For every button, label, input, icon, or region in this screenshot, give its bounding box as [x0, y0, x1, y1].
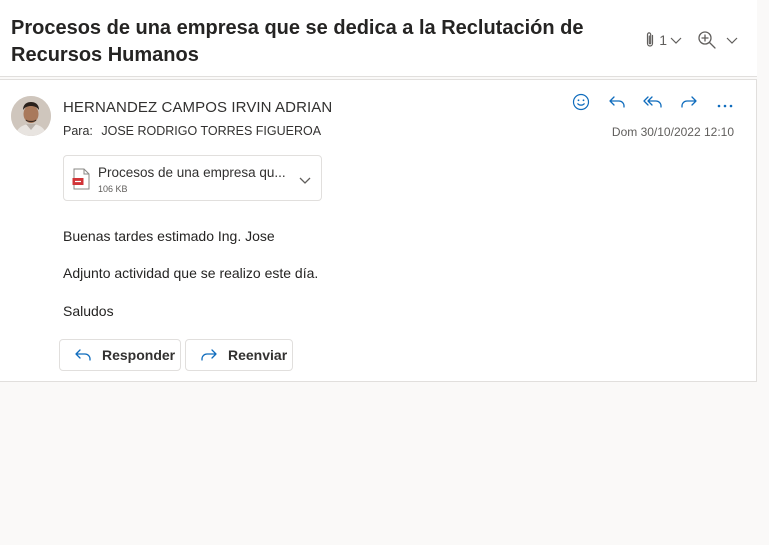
- reply-all-icon: [643, 94, 663, 115]
- forward-icon: [200, 347, 218, 363]
- message-actions: [570, 93, 736, 116]
- message-card: HERNANDEZ CAMPOS IRVIN ADRIAN Para: JOSE…: [0, 79, 757, 382]
- message-subject: Procesos de una empresa que se dedica a …: [11, 17, 584, 66]
- reply-icon: [608, 94, 626, 115]
- header-tools: 1: [643, 30, 739, 50]
- to-label: Para:: [63, 124, 93, 138]
- zoom-button[interactable]: [697, 30, 739, 50]
- emoji-button[interactable]: [570, 93, 592, 116]
- message-date: Dom 30/10/2022 12:10: [611, 125, 734, 139]
- chevron-down-icon[interactable]: [298, 173, 312, 192]
- chevron-down-icon: [725, 33, 739, 47]
- body-paragraph: Saludos: [63, 303, 114, 319]
- message-header: Procesos de una empresa que se dedica a …: [0, 0, 757, 77]
- reply-button[interactable]: [606, 94, 628, 114]
- attachment-count: 1: [659, 32, 667, 48]
- reply-icon: [74, 347, 92, 363]
- chevron-down-icon: [669, 33, 683, 47]
- avatar[interactable]: [11, 96, 51, 136]
- zoom-in-icon: [697, 30, 717, 50]
- forward-icon: [680, 94, 698, 115]
- attachments-toggle[interactable]: 1: [643, 31, 683, 49]
- paperclip-icon: [643, 31, 657, 49]
- forward-footer-button[interactable]: Reenviar: [185, 339, 293, 371]
- attachment-name: Procesos de una empresa qu...: [98, 165, 286, 180]
- recipient-name[interactable]: JOSE RODRIGO TORRES FIGUEROA: [101, 124, 321, 138]
- more-actions-button[interactable]: [714, 94, 736, 114]
- body-paragraph: Buenas tardes estimado Ing. Jose: [63, 228, 275, 244]
- pdf-file-icon: [72, 168, 90, 195]
- sender-name[interactable]: HERNANDEZ CAMPOS IRVIN ADRIAN: [63, 99, 332, 116]
- reply-footer-label: Responder: [102, 347, 176, 363]
- forward-footer-label: Reenviar: [228, 347, 288, 363]
- emoji-icon: [572, 93, 590, 116]
- more-icon: [717, 95, 733, 113]
- reply-all-button[interactable]: [642, 94, 664, 114]
- reply-footer-button[interactable]: Responder: [59, 339, 181, 371]
- forward-button[interactable]: [678, 94, 700, 114]
- attachment-size: 106 KB: [98, 184, 128, 194]
- attachment-card[interactable]: Procesos de una empresa qu... 106 KB: [63, 155, 322, 201]
- body-paragraph: Adjunto actividad que se realizo este dí…: [63, 265, 319, 281]
- recipient-line: Para: JOSE RODRIGO TORRES FIGUEROA: [63, 124, 321, 138]
